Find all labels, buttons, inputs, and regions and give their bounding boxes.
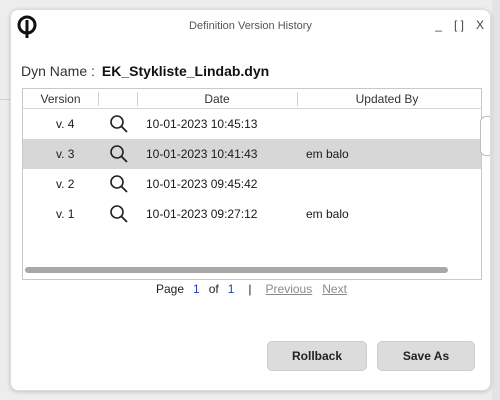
table-row[interactable]: v. 4 10-01-2023 10:45:13 [23,109,481,139]
next-page-link[interactable]: Next [322,282,347,296]
previous-page-link[interactable]: Previous [266,282,313,296]
dyn-name-label: Dyn Name : [21,63,95,79]
updated-by-cell: em balo [306,147,349,161]
close-button[interactable]: X [476,18,484,32]
table-row[interactable]: v. 3 10-01-2023 10:41:43 em balo [23,139,481,169]
column-header-updated-by[interactable]: Updated By [297,92,477,106]
table-row[interactable]: v. 2 10-01-2023 09:45:42 [23,169,481,199]
grid-header: Version Date Updated By [23,89,481,109]
version-grid[interactable]: Version Date Updated By v. 4 10-01-2023 … [22,88,482,280]
page-label: Page [156,282,185,296]
search-icon[interactable] [109,114,129,134]
total-pages: 1 [227,282,235,296]
version-cell: v. 3 [56,147,75,161]
horizontal-scrollbar[interactable] [25,267,448,273]
dialog-title: Definition Version History [189,20,312,32]
version-cell: v. 2 [56,177,75,191]
minimize-button[interactable]: _ [435,18,442,32]
table-row[interactable]: v. 1 10-01-2023 09:27:12 em balo [23,199,481,229]
save-as-button[interactable]: Save As [377,341,475,371]
version-cell: v. 1 [56,207,75,221]
current-page: 1 [193,282,200,296]
date-cell: 10-01-2023 09:45:42 [146,177,258,191]
search-icon[interactable] [109,174,129,194]
column-header-date[interactable]: Date [137,92,297,106]
date-cell: 10-01-2023 10:45:13 [146,117,258,131]
of-label: of [208,282,219,296]
side-panel-handle[interactable] [480,116,490,156]
dyn-name-row: Dyn Name : EK_Stykliste_Lindab.dyn [21,63,269,79]
version-cell: v. 4 [56,117,75,131]
updated-by-cell: em balo [306,207,349,221]
date-cell: 10-01-2023 10:41:43 [146,147,258,161]
window-controls: _ [ ] X [435,18,484,32]
search-icon[interactable] [109,204,129,224]
date-cell: 10-01-2023 09:27:12 [146,207,258,221]
column-separator [98,92,99,106]
column-header-version[interactable]: Version [23,92,98,106]
grid-body: v. 4 10-01-2023 10:45:13 v. 3 10-01-2023… [23,109,481,229]
rollback-button[interactable]: Rollback [267,341,367,371]
maximize-button[interactable]: [ ] [454,18,464,32]
pager: Page 1 of 1 | Previous Next [156,282,347,296]
dyn-name-value: EK_Stykliste_Lindab.dyn [101,63,270,79]
version-history-dialog: Definition Version History _ [ ] X Dyn N… [10,9,491,391]
background-edge [492,0,500,400]
search-icon[interactable] [109,144,129,164]
